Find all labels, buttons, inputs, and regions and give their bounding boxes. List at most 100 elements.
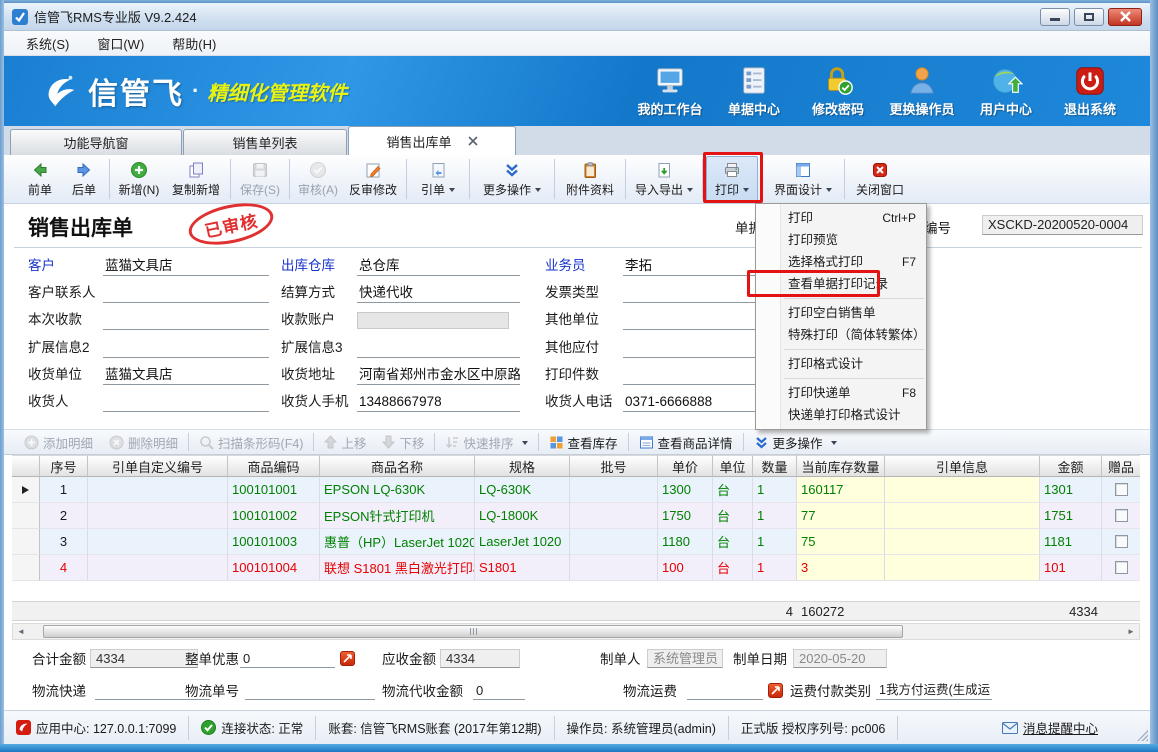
table-header-row: 序号 引单自定义编号 商品编码 商品名称 规格 批号 单价 单位 数量 当前库存…	[12, 455, 1140, 477]
nav-user-center[interactable]: 用户中心	[964, 64, 1048, 118]
receiver-field[interactable]	[103, 392, 269, 412]
table-row[interactable]: 1 100101001 EPSON LQ-630K LQ-630K 1300 台…	[12, 477, 1140, 503]
menu-item-print-format-design[interactable]: 打印格式设计	[756, 353, 926, 375]
warehouse-field[interactable]: 总仓库	[357, 256, 520, 276]
copy-icon	[187, 161, 205, 179]
banner: 信管飞 · 精细化管理软件 我的工作台 单据中心 修改密码 更换操作员	[4, 56, 1150, 126]
reference-doc-button[interactable]: 引单	[410, 156, 466, 202]
nav-switch-operator[interactable]: 更换操作员	[880, 64, 964, 118]
tracking-no-field[interactable]	[245, 681, 375, 700]
menu-item-print-express[interactable]: 打印快递单F8	[756, 382, 926, 404]
status-app-center[interactable]: 应用中心: 127.0.0.1:7099	[4, 716, 189, 740]
gift-checkbox[interactable]	[1115, 535, 1128, 548]
view-product-detail-button[interactable]: 查看商品详情	[631, 433, 741, 452]
col-header-spec[interactable]: 规格	[475, 455, 570, 477]
table-row[interactable]: 2 100101002 EPSON针式打印机 LQ-1800K 1750 台 1…	[12, 503, 1140, 529]
menu-help[interactable]: 帮助(H)	[160, 31, 228, 56]
menu-separator	[784, 298, 924, 299]
maker-field: 系统管理员	[647, 649, 723, 668]
table-row[interactable]: 4 100101004 联想 S1801 黑白激光打印机 S1801 100 台…	[12, 555, 1140, 581]
minimize-button[interactable]	[1040, 8, 1070, 26]
close-button[interactable]	[1108, 8, 1142, 26]
cod-amount-field[interactable]: 0	[473, 681, 525, 700]
import-export-button[interactable]: 导入导出	[629, 156, 699, 202]
menu-item-print-preview[interactable]: 打印预览	[756, 229, 926, 251]
menu-item-print[interactable]: 打印Ctrl+P	[756, 207, 926, 229]
next-doc-button[interactable]: 后单	[62, 156, 106, 202]
freight-field[interactable]	[687, 681, 763, 700]
settlement-field[interactable]: 快递代收	[357, 283, 520, 303]
gift-checkbox[interactable]	[1115, 561, 1128, 574]
scroll-left-icon[interactable]: ◄	[13, 624, 29, 639]
freight-type-field[interactable]: 1我方付运费(生成运	[876, 681, 992, 700]
col-header-amount[interactable]: 金额	[1040, 455, 1102, 477]
maximize-button[interactable]	[1074, 8, 1104, 26]
copy-new-button[interactable]: 复制新增	[165, 156, 227, 202]
discount-field[interactable]: 0	[240, 649, 335, 668]
menu-window[interactable]: 窗口(W)	[85, 31, 156, 56]
col-header-seq[interactable]: 序号	[40, 455, 88, 477]
gift-checkbox[interactable]	[1115, 483, 1128, 496]
close-window-button[interactable]: 关闭窗口	[848, 156, 912, 202]
product-detail-icon	[639, 435, 654, 450]
detail-more-actions-button[interactable]: 更多操作	[746, 433, 845, 452]
more-actions-icon	[503, 161, 521, 179]
view-stock-button[interactable]: 查看库存	[541, 433, 626, 452]
menu-system[interactable]: 系统(S)	[14, 31, 81, 56]
customer-contact-field[interactable]	[103, 283, 269, 303]
gift-checkbox[interactable]	[1115, 509, 1128, 522]
attachment-button[interactable]: 附件资料	[558, 156, 622, 202]
ext-info3-field[interactable]	[357, 338, 520, 358]
status-message-center[interactable]: 消息提醒中心	[990, 716, 1110, 740]
horizontal-scrollbar[interactable]: ◄ ►	[12, 623, 1140, 640]
receiver-mobile-field[interactable]: 13488667978	[357, 392, 520, 412]
col-header-price[interactable]: 单价	[658, 455, 713, 477]
doc-no-value[interactable]: XSCKD-20200520-0004	[982, 215, 1143, 235]
ui-design-icon	[794, 161, 812, 179]
print-button[interactable]: 打印	[706, 156, 758, 202]
menu-item-special-print[interactable]: 特殊打印（简体转繁体）	[756, 324, 926, 346]
nav-my-workbench[interactable]: 我的工作台	[628, 64, 712, 118]
tab-function-nav[interactable]: 功能导航窗	[10, 129, 182, 155]
tab-close-icon[interactable]	[468, 136, 478, 146]
customer-field[interactable]: 蓝猫文具店	[103, 256, 269, 276]
field-label: 出库仓库	[281, 256, 335, 276]
nav-change-password[interactable]: 修改密码	[796, 64, 880, 118]
menu-item-express-format-design[interactable]: 快递单打印格式设计	[756, 404, 926, 426]
delete-detail-button: 删除明细	[101, 433, 186, 452]
col-header-code[interactable]: 商品编码	[228, 455, 320, 477]
tab-sales-outbound[interactable]: 销售出库单	[348, 126, 516, 155]
switch-user-icon	[905, 64, 939, 98]
freight-tool-icon[interactable]	[768, 683, 783, 698]
tab-sales-list[interactable]: 销售单列表	[183, 129, 347, 155]
prev-doc-button[interactable]: 前单	[18, 156, 62, 202]
col-header-qty[interactable]: 数量	[753, 455, 797, 477]
nav-document-center[interactable]: 单据中心	[712, 64, 796, 118]
discount-tool-icon[interactable]	[340, 651, 355, 666]
col-header-stock[interactable]: 当前库存数量	[797, 455, 885, 477]
new-doc-button[interactable]: 新增(N)	[113, 156, 165, 202]
col-header-name[interactable]: 商品名称	[320, 455, 475, 477]
more-actions-button[interactable]: 更多操作	[473, 156, 551, 202]
scrollbar-thumb[interactable]	[43, 625, 903, 638]
scroll-right-icon[interactable]: ►	[1123, 624, 1139, 639]
payment-now-field[interactable]	[103, 310, 269, 330]
col-header-custom-no[interactable]: 引单自定义编号	[88, 455, 228, 477]
menu-item-print-blank-sales[interactable]: 打印空白销售单	[756, 302, 926, 324]
menu-item-select-format-print[interactable]: 选择格式打印F7	[756, 251, 926, 273]
menu-item-view-print-records[interactable]: 查看单据打印记录	[756, 273, 926, 295]
receiver-unit-field[interactable]: 蓝猫文具店	[103, 365, 269, 385]
import-export-icon	[655, 161, 673, 179]
col-header-ref-info[interactable]: 引单信息	[885, 455, 1040, 477]
col-header-batch[interactable]: 批号	[570, 455, 658, 477]
col-header-unit[interactable]: 单位	[713, 455, 753, 477]
table-row[interactable]: 3 100101003 惠普（HP）LaserJet 1020 LaserJet…	[12, 529, 1140, 555]
ext-info2-field[interactable]	[103, 338, 269, 358]
delivery-address-field[interactable]: 河南省郑州市金水区中原路	[357, 365, 520, 385]
ui-design-button[interactable]: 界面设计	[765, 156, 841, 202]
nav-exit-system[interactable]: 退出系统	[1048, 64, 1132, 118]
field-label: 打印件数	[545, 365, 599, 385]
resize-grip[interactable]	[1137, 730, 1148, 741]
reverse-audit-button[interactable]: 反审修改	[343, 156, 403, 202]
col-header-gift[interactable]: 赠品	[1102, 455, 1140, 477]
